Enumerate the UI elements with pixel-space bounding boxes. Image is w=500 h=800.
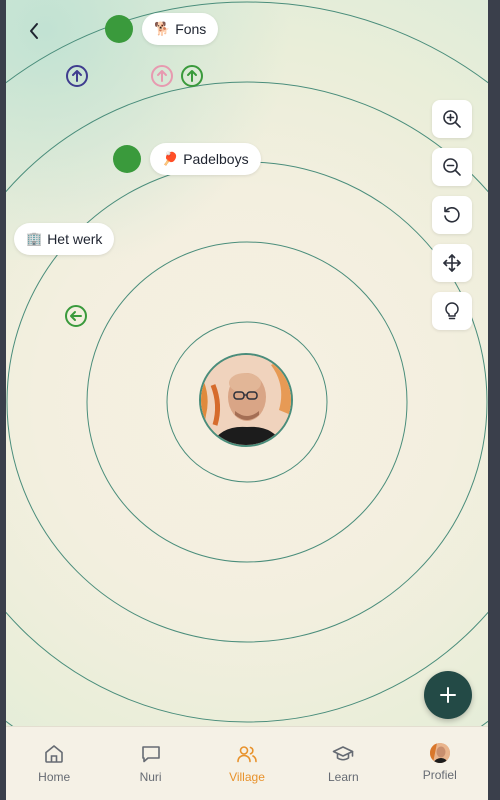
reset-rotate-icon xyxy=(444,206,460,223)
group-chip-het-werk[interactable]: 🏢 Het werk xyxy=(14,223,115,255)
arrow-up-circle-icon[interactable] xyxy=(66,65,88,87)
nav-label: Home xyxy=(38,770,71,784)
background-app-edge-right xyxy=(488,0,500,800)
nav-item-learn[interactable]: Learn xyxy=(303,743,383,784)
arrow-left-circle-icon[interactable] xyxy=(65,305,87,327)
group-label: Het werk xyxy=(47,231,103,247)
group-label: Padelboys xyxy=(183,151,249,167)
nav-label: Nuri xyxy=(139,770,162,784)
nav-item-home[interactable]: Home xyxy=(14,743,94,784)
nav-item-profiel[interactable]: Profiel xyxy=(400,743,480,782)
group-chip-fons[interactable]: 🐕 Fons xyxy=(142,13,219,45)
paddle-emoji-icon: 🏓 xyxy=(162,151,179,166)
back-button[interactable] xyxy=(22,18,46,44)
user-photo xyxy=(201,355,291,445)
arrow-up-circle-icon[interactable] xyxy=(151,65,173,87)
pan-button[interactable] xyxy=(432,244,472,282)
nav-item-nuri[interactable]: Nuri xyxy=(111,743,191,784)
map-toolbar xyxy=(432,100,472,340)
plus-icon xyxy=(440,687,456,703)
zoom-out-icon xyxy=(443,158,461,176)
bottom-nav: Home Nuri Village Learn Profiel xyxy=(6,726,488,800)
reset-view-button[interactable] xyxy=(432,196,472,234)
tips-button[interactable] xyxy=(432,292,472,330)
user-avatar[interactable] xyxy=(199,353,293,447)
group-chip-padelboys[interactable]: 🏓 Padelboys xyxy=(150,143,261,175)
chevron-left-icon xyxy=(30,23,38,39)
zoom-out-button[interactable] xyxy=(432,148,472,186)
office-emoji-icon: 🏢 xyxy=(26,231,43,246)
nav-label: Profiel xyxy=(422,768,457,782)
group-dot-padelboys[interactable] xyxy=(113,145,141,173)
graduation-cap-icon xyxy=(333,746,354,761)
village-screen: 🐕 Fons 🏓 Padelboys 🏢 Het werk Home Nuri … xyxy=(6,0,488,800)
move-icon xyxy=(443,254,461,272)
nav-label: Learn xyxy=(328,770,359,784)
arrow-up-circle-icon[interactable] xyxy=(181,65,203,87)
lightbulb-icon xyxy=(445,302,459,320)
dog-emoji-icon: 🐕 xyxy=(154,21,171,36)
add-button[interactable] xyxy=(424,671,472,719)
home-icon xyxy=(45,745,63,763)
nav-label: Village xyxy=(229,770,265,784)
group-dot-fons[interactable] xyxy=(105,15,133,43)
chat-icon xyxy=(141,746,160,763)
users-icon xyxy=(237,746,257,763)
zoom-in-button[interactable] xyxy=(432,100,472,138)
profile-avatar-icon xyxy=(429,743,450,763)
group-label: Fons xyxy=(175,21,207,37)
zoom-in-icon xyxy=(443,110,461,128)
nav-item-village[interactable]: Village xyxy=(207,743,287,784)
